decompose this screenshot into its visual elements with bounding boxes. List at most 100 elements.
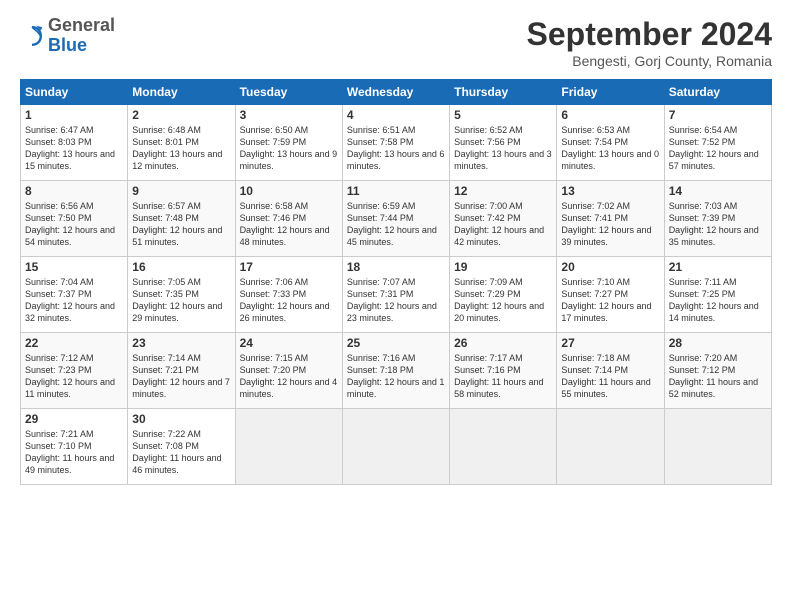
calendar-cell: 26Sunrise: 7:17 AMSunset: 7:16 PMDayligh… [450,333,557,409]
day-info: Sunrise: 7:03 AMSunset: 7:39 PMDaylight:… [669,200,767,249]
calendar-page: General Blue September 2024 Bengesti, Go… [0,0,792,612]
day-number: 9 [132,184,230,198]
calendar-cell [664,409,771,485]
day-info: Sunrise: 7:14 AMSunset: 7:21 PMDaylight:… [132,352,230,401]
day-number: 12 [454,184,552,198]
calendar-cell: 21 Sunrise: 7:11 AMSunset: 7:25 PMDayligh… [664,257,771,333]
calendar-cell: 18 Sunrise: 7:07 AMSunset: 7:31 PMDayligh… [342,257,449,333]
day-number: 8 [25,184,123,198]
day-number: 17 [240,260,338,274]
day-info: Sunrise: 7:00 AMSunset: 7:42 PMDaylight:… [454,200,552,249]
day-info: Sunrise: 7:05 AMSunset: 7:35 PMDaylight:… [132,276,230,325]
col-friday: Friday [557,80,664,105]
day-info: Sunrise: 7:11 AMSunset: 7:25 PMDaylight:… [669,276,767,325]
day-info: Sunrise: 7:20 AMSunset: 7:12 PMDaylight:… [669,352,767,401]
day-info: Sunrise: 7:22 AMSunset: 7:08 PMDaylight:… [132,428,230,477]
day-info: Sunrise: 6:52 AMSunset: 7:56 PMDaylight:… [454,124,552,173]
logo-icon [20,24,44,48]
calendar-week-4: 22 Sunrise: 7:12 AMSunset: 7:23 PMDayligh… [21,333,772,409]
day-number: 11 [347,184,445,198]
day-number: 19 [454,260,552,274]
col-thursday: Thursday [450,80,557,105]
calendar-cell: 2Sunrise: 6:48 AMSunset: 8:01 PMDaylight… [128,105,235,181]
calendar-cell: 29 Sunrise: 7:21 AMSunset: 7:10 PMDayligh… [21,409,128,485]
calendar-cell: 9 Sunrise: 6:57 AMSunset: 7:48 PMDaylight… [128,181,235,257]
calendar-cell: 20Sunrise: 7:10 AMSunset: 7:27 PMDayligh… [557,257,664,333]
header-row: Sunday Monday Tuesday Wednesday Thursday… [21,80,772,105]
calendar-cell [557,409,664,485]
day-number: 23 [132,336,230,350]
day-info: Sunrise: 7:02 AMSunset: 7:41 PMDaylight:… [561,200,659,249]
calendar-table: Sunday Monday Tuesday Wednesday Thursday… [20,79,772,485]
calendar-week-5: 29 Sunrise: 7:21 AMSunset: 7:10 PMDayligh… [21,409,772,485]
day-number: 1 [25,108,123,122]
day-info: Sunrise: 7:04 AMSunset: 7:37 PMDaylight:… [25,276,123,325]
day-number: 18 [347,260,445,274]
day-number: 13 [561,184,659,198]
day-info: Sunrise: 7:07 AMSunset: 7:31 PMDaylight:… [347,276,445,325]
day-info: Sunrise: 6:59 AMSunset: 7:44 PMDaylight:… [347,200,445,249]
calendar-cell: 1 Sunrise: 6:47 AMSunset: 8:03 PMDaylight… [21,105,128,181]
calendar-cell: 5 Sunrise: 6:52 AMSunset: 7:56 PMDaylight… [450,105,557,181]
col-saturday: Saturday [664,80,771,105]
calendar-cell: 17 Sunrise: 7:06 AMSunset: 7:33 PMDayligh… [235,257,342,333]
month-title: September 2024 [527,16,772,53]
day-number: 20 [561,260,659,274]
day-number: 30 [132,412,230,426]
calendar-cell: 13 Sunrise: 7:02 AMSunset: 7:41 PMDayligh… [557,181,664,257]
logo-general: General [48,15,115,35]
day-info: Sunrise: 6:54 AMSunset: 7:52 PMDaylight:… [669,124,767,173]
logo: General Blue [20,16,115,56]
calendar-cell: 24Sunrise: 7:15 AMSunset: 7:20 PMDayligh… [235,333,342,409]
calendar-cell [342,409,449,485]
day-number: 5 [454,108,552,122]
calendar-cell: 14 Sunrise: 7:03 AMSunset: 7:39 PMDayligh… [664,181,771,257]
calendar-cell: 23 Sunrise: 7:14 AMSunset: 7:21 PMDayligh… [128,333,235,409]
day-info: Sunrise: 6:51 AMSunset: 7:58 PMDaylight:… [347,124,445,173]
calendar-week-3: 15 Sunrise: 7:04 AMSunset: 7:37 PMDayligh… [21,257,772,333]
day-number: 7 [669,108,767,122]
day-number: 10 [240,184,338,198]
day-number: 27 [561,336,659,350]
calendar-cell: 22 Sunrise: 7:12 AMSunset: 7:23 PMDayligh… [21,333,128,409]
calendar-cell: 16Sunrise: 7:05 AMSunset: 7:35 PMDayligh… [128,257,235,333]
day-info: Sunrise: 6:56 AMSunset: 7:50 PMDaylight:… [25,200,123,249]
calendar-cell: 11 Sunrise: 6:59 AMSunset: 7:44 PMDayligh… [342,181,449,257]
calendar-cell: 7 Sunrise: 6:54 AMSunset: 7:52 PMDaylight… [664,105,771,181]
day-info: Sunrise: 7:06 AMSunset: 7:33 PMDaylight:… [240,276,338,325]
logo-text-block: General Blue [48,16,115,56]
day-info: Sunrise: 7:17 AMSunset: 7:16 PMDaylight:… [454,352,552,401]
calendar-cell: 27 Sunrise: 7:18 AMSunset: 7:14 PMDayligh… [557,333,664,409]
day-number: 21 [669,260,767,274]
calendar-cell [450,409,557,485]
day-info: Sunrise: 7:21 AMSunset: 7:10 PMDaylight:… [25,428,123,477]
day-number: 28 [669,336,767,350]
day-info: Sunrise: 6:48 AMSunset: 8:01 PMDaylight:… [132,124,230,173]
calendar-cell: 25Sunrise: 7:16 AMSunset: 7:18 PMDayligh… [342,333,449,409]
calendar-cell: 6Sunrise: 6:53 AMSunset: 7:54 PMDaylight… [557,105,664,181]
col-sunday: Sunday [21,80,128,105]
day-info: Sunrise: 6:58 AMSunset: 7:46 PMDaylight:… [240,200,338,249]
day-info: Sunrise: 7:18 AMSunset: 7:14 PMDaylight:… [561,352,659,401]
day-number: 4 [347,108,445,122]
calendar-cell: 15 Sunrise: 7:04 AMSunset: 7:37 PMDayligh… [21,257,128,333]
day-info: Sunrise: 6:57 AMSunset: 7:48 PMDaylight:… [132,200,230,249]
calendar-week-2: 8 Sunrise: 6:56 AMSunset: 7:50 PMDaylight… [21,181,772,257]
day-number: 14 [669,184,767,198]
day-info: Sunrise: 6:47 AMSunset: 8:03 PMDaylight:… [25,124,123,173]
calendar-cell: 8 Sunrise: 6:56 AMSunset: 7:50 PMDaylight… [21,181,128,257]
calendar-cell [235,409,342,485]
col-tuesday: Tuesday [235,80,342,105]
day-number: 25 [347,336,445,350]
calendar-week-1: 1 Sunrise: 6:47 AMSunset: 8:03 PMDaylight… [21,105,772,181]
day-number: 15 [25,260,123,274]
day-info: Sunrise: 7:09 AMSunset: 7:29 PMDaylight:… [454,276,552,325]
calendar-cell: 28 Sunrise: 7:20 AMSunset: 7:12 PMDayligh… [664,333,771,409]
day-number: 29 [25,412,123,426]
calendar-cell: 3Sunrise: 6:50 AMSunset: 7:59 PMDaylight… [235,105,342,181]
day-number: 6 [561,108,659,122]
calendar-cell: 30 Sunrise: 7:22 AMSunset: 7:08 PMDayligh… [128,409,235,485]
day-number: 24 [240,336,338,350]
day-info: Sunrise: 7:12 AMSunset: 7:23 PMDaylight:… [25,352,123,401]
day-number: 22 [25,336,123,350]
